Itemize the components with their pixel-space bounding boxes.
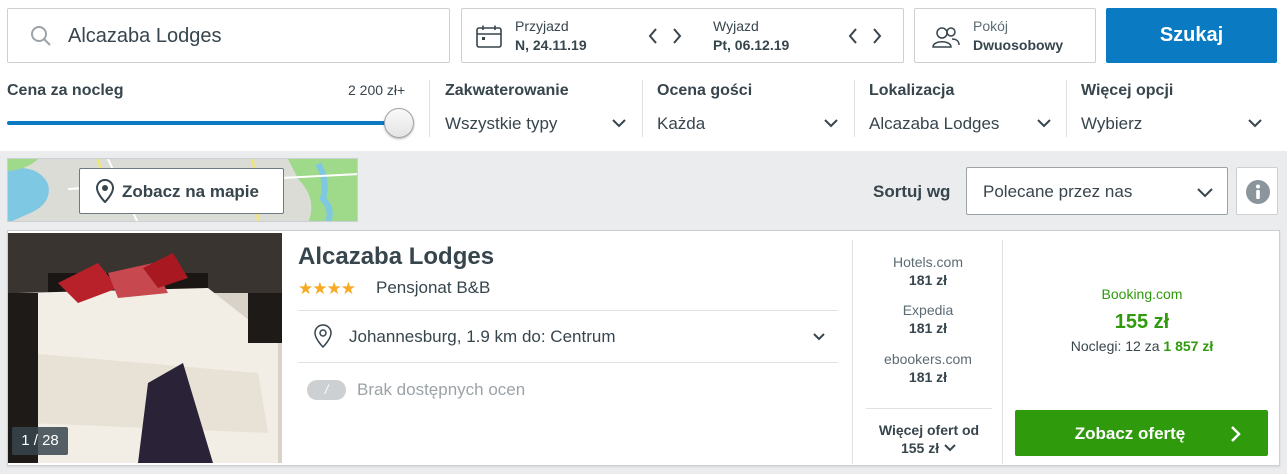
provider-offer[interactable]: ebookers.com 181 zł (868, 351, 988, 385)
room-selector[interactable]: Pokój Dwuosobowy (914, 8, 1096, 63)
best-offer-price[interactable]: 155 zł (1016, 311, 1268, 334)
star-rating: ★★★★ (298, 279, 356, 298)
column-divider (852, 240, 853, 464)
view-deal-button[interactable]: Zobacz ofertę (1015, 410, 1268, 456)
more-offers-price: 155 zł (900, 440, 940, 456)
search-value: Alcazaba Lodges (68, 25, 222, 47)
rating-filter-title: Ocena gości (657, 82, 753, 99)
chevron-down-icon (1197, 188, 1213, 198)
hotel-type: Pensjonat B&B (376, 278, 491, 297)
best-offer-provider[interactable]: Booking.com (1016, 286, 1268, 302)
rating-filter-value[interactable]: Każda (657, 114, 705, 134)
hotel-name[interactable]: Alcazaba Lodges (298, 243, 494, 271)
checkout-arrows-icon[interactable] (846, 25, 886, 47)
chevron-right-icon (1231, 426, 1241, 442)
provider-price: 181 zł (908, 320, 948, 336)
more-offers-button[interactable]: Więcej ofert od 155 zł (866, 421, 992, 457)
hotel-location: Johannesburg, 1.9 km do: Centrum (349, 327, 616, 346)
provider-offer[interactable]: Hotels.com 181 zł (868, 254, 988, 288)
chevron-down-icon[interactable] (1037, 116, 1051, 130)
rating-text: Brak dostępnych ocen (357, 380, 526, 399)
lodging-filter-title: Zakwaterowanie (445, 82, 569, 99)
nights-summary: Noclegi: 12 za 1 857 zł (1016, 338, 1268, 354)
nights-total: 1 857 zł (1163, 338, 1214, 354)
info-icon (1246, 180, 1270, 204)
more-offers-label: Więcej ofert od (878, 422, 980, 438)
checkin-arrows-icon[interactable] (646, 25, 686, 47)
photo-counter: 1 / 28 (12, 427, 68, 455)
rooms-value: Dwuosobowy (973, 37, 1064, 53)
price-max-label: 2 200 zł+ (348, 82, 406, 98)
provider-name: Hotels.com (892, 254, 964, 270)
divider (866, 408, 992, 409)
more-filter-value[interactable]: Wybierz (1081, 114, 1142, 134)
location-filter-title: Lokalizacja (869, 82, 955, 99)
view-map-label: Zobacz na mapie (122, 182, 259, 201)
column-divider (1002, 240, 1003, 464)
divider (298, 310, 838, 311)
search-input[interactable]: Alcazaba Lodges (7, 8, 450, 63)
view-deal-label: Zobacz ofertę (1074, 424, 1186, 443)
price-slider-track[interactable] (7, 121, 401, 125)
filter-divider (854, 80, 855, 137)
sort-label: Sortuj wg (873, 182, 951, 201)
provider-price: 181 zł (908, 369, 948, 385)
divider (298, 362, 838, 363)
filter-divider (1066, 80, 1067, 137)
checkin-value[interactable]: N, 24.11.19 (515, 37, 587, 53)
map-pin-icon (96, 179, 114, 203)
chevron-down-icon (944, 444, 956, 452)
date-picker[interactable]: Przyjazd N, 24.11.19 Wyjazd Pt, 06.12.19 (461, 8, 904, 63)
guests-icon (932, 27, 960, 48)
checkin-label: Przyjazd (515, 18, 569, 34)
location-filter-value[interactable]: Alcazaba Lodges (869, 114, 999, 134)
nights-prefix: Noclegi: 12 za (1070, 338, 1164, 354)
view-map-button[interactable]: Zobacz na mapie (79, 168, 284, 214)
info-button[interactable] (1236, 167, 1278, 215)
rating-badge: / (307, 380, 346, 400)
checkout-value[interactable]: Pt, 06.12.19 (713, 37, 789, 53)
rooms-label: Pokój (973, 18, 1009, 34)
search-button[interactable]: Szukaj (1106, 8, 1277, 63)
sort-value: Polecane przez nas (983, 182, 1133, 201)
chevron-down-icon[interactable] (1248, 116, 1262, 130)
search-icon (31, 26, 51, 46)
provider-offer[interactable]: Expedia 181 zł (868, 302, 988, 336)
checkout-label: Wyjazd (713, 18, 759, 34)
provider-name: Expedia (902, 302, 954, 318)
provider-price: 181 zł (908, 272, 948, 288)
price-slider-handle[interactable] (384, 108, 414, 138)
filter-divider (642, 80, 643, 137)
price-filter-title: Cena za nocleg (7, 82, 124, 99)
chevron-down-icon[interactable] (812, 331, 826, 343)
lodging-filter-value[interactable]: Wszystkie typy (445, 114, 557, 134)
sort-select[interactable]: Polecane przez nas (966, 167, 1228, 215)
chevron-down-icon[interactable] (824, 116, 838, 130)
filter-divider (429, 80, 430, 137)
chevron-down-icon[interactable] (612, 116, 626, 130)
more-filter-title: Więcej opcji (1081, 82, 1174, 99)
map-pin-icon (314, 324, 332, 348)
provider-name: ebookers.com (884, 351, 972, 367)
calendar-icon (476, 25, 502, 48)
